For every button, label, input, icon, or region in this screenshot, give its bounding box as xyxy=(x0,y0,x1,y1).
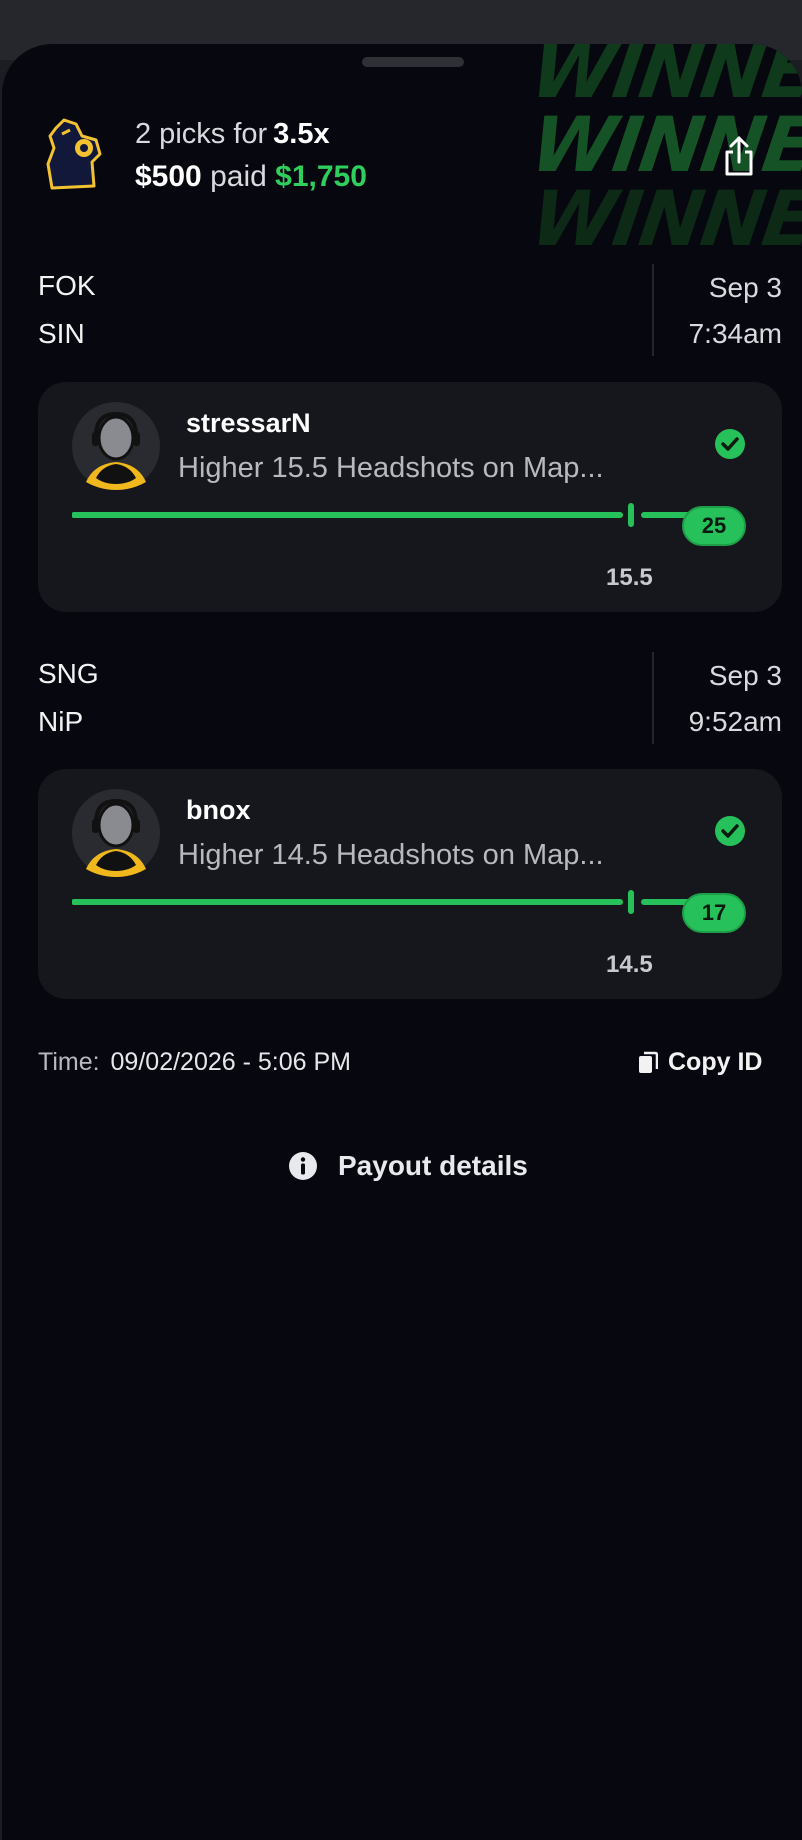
check-circle-icon xyxy=(715,816,745,846)
winner-banner-line: WINNER! xyxy=(525,174,802,263)
pick-description: Higher 14.5 Headshots on Map... xyxy=(178,839,604,871)
pick-card[interactable]: stressarN Higher 15.5 Headshots on Map..… xyxy=(38,382,782,612)
info-icon xyxy=(289,1152,317,1180)
team-home: SNG xyxy=(38,658,99,689)
share-icon[interactable] xyxy=(722,134,756,178)
entry-time: Time: 09/02/2026 - 5:06 PM xyxy=(38,1048,351,1077)
line-value: 14.5 xyxy=(606,951,653,978)
pick-description: Higher 15.5 Headshots on Map... xyxy=(178,452,604,484)
payout-details-label: Payout details xyxy=(338,1150,528,1181)
copy-id-label: Copy ID xyxy=(668,1048,763,1076)
stake-amount: $500 xyxy=(135,160,202,193)
check-circle-icon xyxy=(715,429,745,459)
payout-summary: $500 paid $1,750 xyxy=(135,160,367,194)
winner-banner-line: WINNER!! xyxy=(525,44,802,115)
copy-id-button[interactable]: Copy ID xyxy=(638,1048,762,1077)
match-date: Sep 3 xyxy=(708,660,782,691)
picks-count: 2 picks for xyxy=(135,118,268,150)
match-info: FOK SIN Sep 3 7:34am xyxy=(2,264,802,365)
picks-summary: 2 picks for 3.5x xyxy=(135,118,330,151)
team-home: FOK xyxy=(38,270,96,301)
player-avatar-icon xyxy=(72,789,160,877)
line-value: 15.5 xyxy=(606,564,653,591)
player-avatar-icon xyxy=(72,402,160,490)
multiplier: 3.5x xyxy=(273,118,330,150)
sheet-grab-handle[interactable] xyxy=(362,57,464,67)
winner-banner-line: WINNER! xyxy=(525,100,802,189)
copy-icon xyxy=(639,1051,658,1073)
payout-details-button[interactable]: Payout details xyxy=(288,1150,528,1182)
player-name: bnox xyxy=(186,795,251,825)
result-value: 25 xyxy=(682,506,746,546)
progress-track xyxy=(72,890,695,914)
player-name: stressarN xyxy=(186,408,311,438)
match-info: SNG NiP Sep 3 9:52am xyxy=(2,652,802,753)
team-away: NiP xyxy=(38,706,84,737)
team-away: SIN xyxy=(38,318,85,349)
paid-word: paid xyxy=(210,160,267,193)
payout-amount: $1,750 xyxy=(275,160,367,193)
divider xyxy=(652,652,654,744)
time-label: Time: xyxy=(38,1048,100,1076)
result-value: 17 xyxy=(682,893,746,933)
winner-banner: WINNER!! WINNER! WINNER! xyxy=(526,44,802,274)
match-time: 9:52am xyxy=(688,706,782,737)
progress-track xyxy=(72,503,695,527)
app-logo-icon xyxy=(46,118,102,190)
entry-detail-sheet: WINNER!! WINNER! WINNER! 2 picks for 3.5x… xyxy=(2,44,802,1840)
match-date: Sep 3 xyxy=(708,272,782,303)
time-value: 09/02/2026 - 5:06 PM xyxy=(110,1048,351,1076)
divider xyxy=(652,264,654,356)
pick-card[interactable]: bnox Higher 14.5 Headshots on Map... 14.… xyxy=(38,769,782,999)
match-time: 7:34am xyxy=(688,318,782,349)
